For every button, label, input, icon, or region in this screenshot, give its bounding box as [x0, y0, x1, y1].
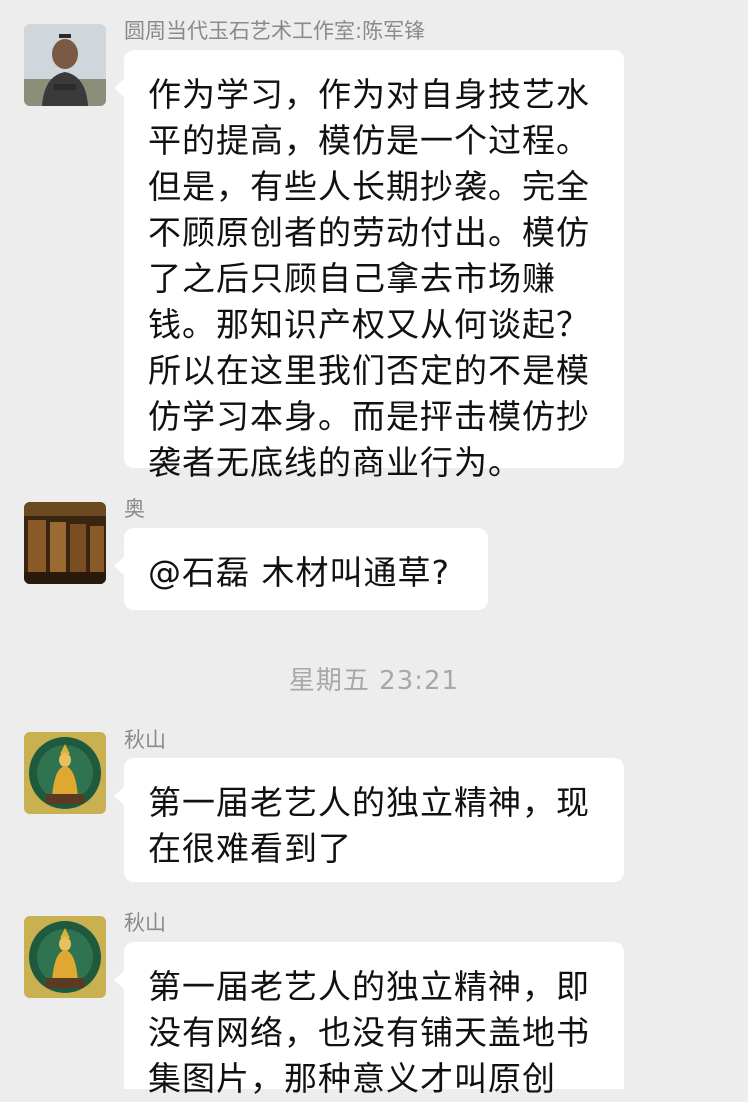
message-bubble[interactable]: 第一届老艺人的独立精神，即没有网络，也没有铺天盖地书集图片，那种意义才叫原创 [114, 942, 624, 1098]
sender-name: 圆周当代玉石艺术工作室:陈军锋 [124, 19, 426, 43]
sender-name: 奥 [124, 497, 145, 521]
avatar-qiushan[interactable] [24, 732, 106, 814]
message-bubble[interactable]: 作为学习，作为对自身技艺水平的提高，模仿是一个过程。但是，有些人长期抄袭。完全不… [114, 50, 624, 482]
sender-name: 秋山 [124, 728, 166, 752]
message-bubble[interactable]: @石磊 木材叫通草? [114, 528, 488, 610]
golden-figure-avatar-icon [24, 732, 106, 814]
man-portrait-avatar-icon [24, 24, 106, 106]
message-bubble[interactable]: 第一届老艺人的独立精神，现在很难看到了 [114, 758, 624, 882]
golden-figure-avatar-icon [24, 916, 106, 998]
avatar-qiushan[interactable] [24, 916, 106, 998]
avatar-ao[interactable] [24, 502, 106, 584]
avatar-chen-junfeng[interactable] [24, 24, 106, 106]
library-shelves-avatar-icon [24, 502, 106, 584]
time-divider: 星期五 23:21 [288, 666, 460, 696]
sender-name: 秋山 [124, 911, 166, 935]
